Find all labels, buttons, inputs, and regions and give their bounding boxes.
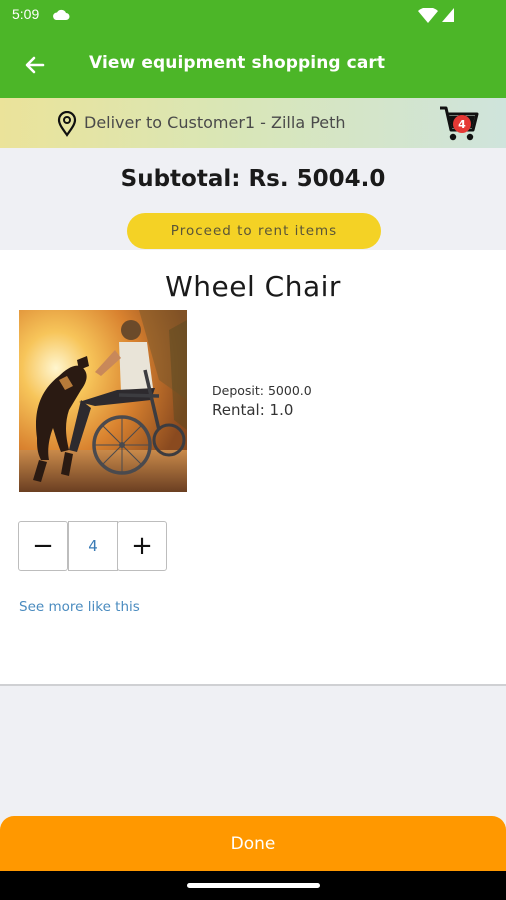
- system-navigation-bar: [0, 871, 506, 900]
- location-pin-icon: [57, 111, 77, 137]
- delivery-bar[interactable]: Deliver to Customer1 - Zilla Peth: [0, 98, 506, 148]
- home-gesture-handle[interactable]: [187, 883, 320, 888]
- arrow-left-icon: [25, 56, 45, 74]
- status-bar: 5:09: [0, 0, 506, 30]
- cloud-icon: [53, 9, 70, 20]
- done-button[interactable]: Done: [0, 816, 506, 871]
- deposit-amount: Deposit: 5000.0: [212, 383, 312, 398]
- rental-amount: Rental: 1.0: [212, 401, 294, 419]
- cart-count-badge: 4: [453, 115, 471, 133]
- cart-item-card: Wheel Chair Deposit: 5000.0 Rental: 1.0 …: [0, 250, 506, 686]
- proceed-to-rent-button[interactable]: Proceed to rent items: [127, 213, 381, 249]
- page-title: View equipment shopping cart: [89, 53, 386, 73]
- subtotal-text: Subtotal: Rs. 5004.0: [120, 166, 386, 192]
- battery-icon: [442, 8, 454, 22]
- delivery-address: Deliver to Customer1 - Zilla Peth: [84, 113, 346, 132]
- see-more-like-this-link[interactable]: See more like this: [19, 599, 140, 615]
- quantity-field[interactable]: 4: [68, 521, 118, 571]
- decrease-quantity-button[interactable]: −: [18, 521, 68, 571]
- minus-icon: −: [32, 531, 54, 561]
- item-title: Wheel Chair: [165, 270, 341, 303]
- app-bar: View equipment shopping cart: [0, 30, 506, 98]
- status-time: 5:09: [12, 6, 40, 22]
- wheelchair-product-image: [19, 310, 187, 492]
- back-button[interactable]: [20, 50, 50, 80]
- increase-quantity-button[interactable]: +: [117, 521, 167, 571]
- plus-icon: +: [131, 531, 153, 561]
- wifi-icon: [418, 8, 438, 23]
- quantity-stepper: − 4 +: [18, 521, 167, 571]
